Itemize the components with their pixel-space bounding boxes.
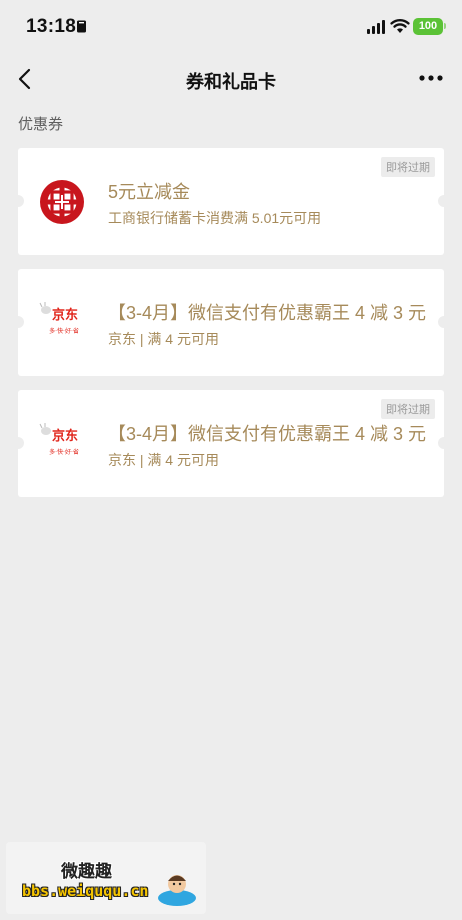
expiring-badge: 即将过期 [381,157,435,177]
signal-icon [367,20,385,34]
page-title: 券和礼品卡 [186,72,276,92]
svg-text:多·快·好·省: 多·快·好·省 [49,448,79,456]
coupon-subtitle: 京东 | 满 4 元可用 [108,452,219,468]
status-bar: 13:18 100 [0,0,462,56]
icbc-logo-icon [40,180,84,224]
status-time: 13:18 [26,16,77,37]
watermark-name: 微趣趣 [61,862,112,881]
card-notch [12,316,24,328]
watermark: 微趣趣 bbs.weiququ.cn [6,842,206,914]
mascot-icon [158,875,196,906]
svg-text:京东: 京东 [52,307,78,323]
coupon-card-jd[interactable]: 京东 多·快·好·省 【3-4月】微信支付有优惠霸王 4 减 3 元 京东 | … [12,269,450,376]
nav-bar: 券和礼品卡 [0,56,462,102]
wifi-icon [390,19,410,33]
coupon-title: 【3-4月】微信支付有优惠霸王 4 减 3 元 [108,303,427,323]
card-notch [438,316,450,328]
expiring-badge: 即将过期 [381,399,435,419]
watermark-url: bbs.weiququ.cn [22,882,149,900]
jd-logo-icon: 京东 多·快·好·省 [39,302,79,335]
coupon-title: 【3-4月】微信支付有优惠霸王 4 减 3 元 [108,424,427,444]
jd-logo-icon: 京东 多·快·好·省 [39,423,79,456]
coupon-card-icbc[interactable]: 5元立减金 工商银行储蓄卡消费满 5.01元可用 即将过期 [12,148,450,255]
svg-text:多·快·好·省: 多·快·好·省 [49,327,79,335]
card-notch [438,195,450,207]
section-title: 优惠券 [18,116,64,133]
coupon-subtitle: 工商银行储蓄卡消费满 5.01元可用 [108,210,322,226]
svg-text:京东: 京东 [52,428,78,444]
battery-icon: 100 [413,18,443,35]
card-notch [438,437,450,449]
book-icon [77,20,86,33]
battery-tip [444,23,446,29]
coupon-subtitle: 京东 | 满 4 元可用 [108,331,219,347]
more-dots-icon[interactable] [418,68,444,88]
coupon-title: 5元立减金 [108,182,191,202]
card-notch [12,195,24,207]
coupon-card-jd[interactable]: 京东 多·快·好·省 【3-4月】微信支付有优惠霸王 4 减 3 元 京东 | … [12,390,450,497]
card-notch [12,437,24,449]
